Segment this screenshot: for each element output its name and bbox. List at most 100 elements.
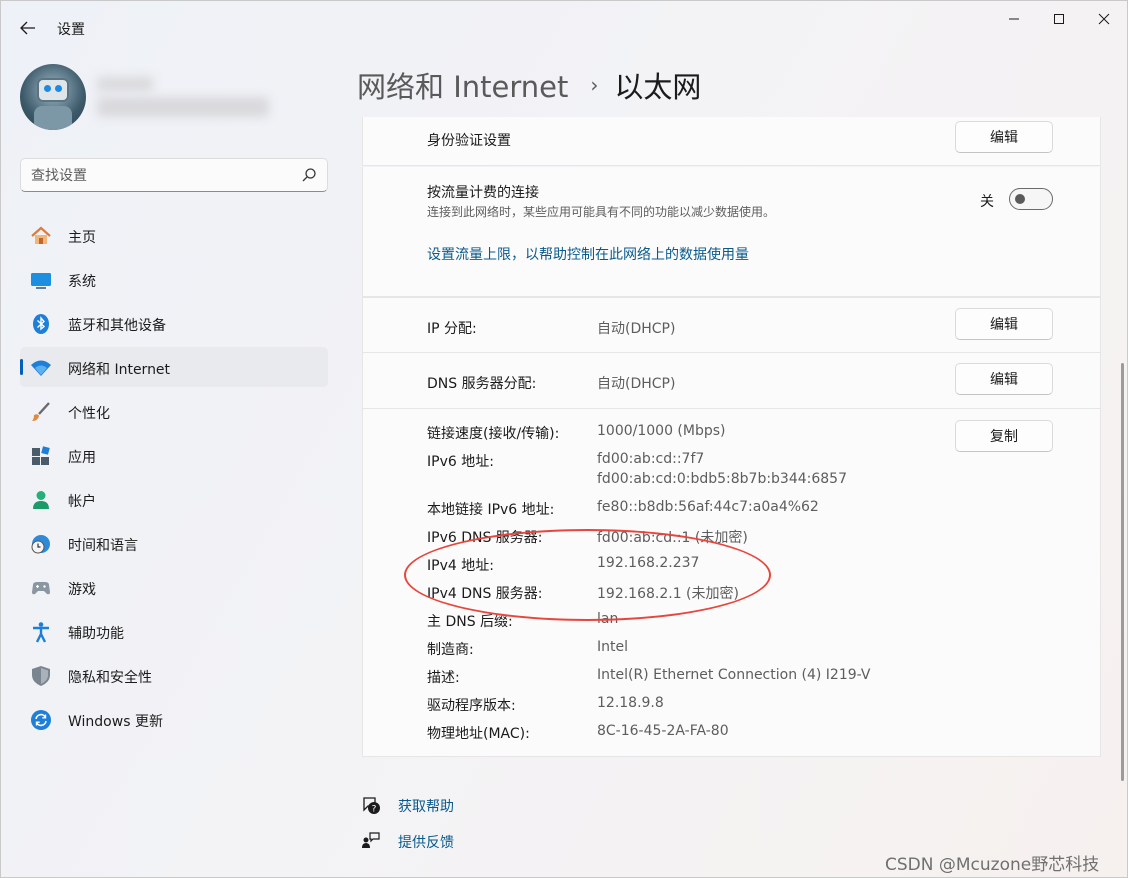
prop-label: 本地链接 IPv6 地址: (427, 502, 555, 518)
prop-value: Intel(R) Ethernet Connection (4) I219-V (597, 667, 871, 683)
robot-eye (55, 85, 62, 92)
brush-icon (32, 402, 50, 421)
redacted-username (97, 77, 153, 91)
auth-settings-label: 身份验证设置 (427, 133, 511, 149)
dns-assignment-value: 自动(DHCP) (597, 376, 676, 392)
data-limit-link[interactable]: 设置流量上限，以帮助控制在此网络上的数据使用量 (427, 244, 749, 264)
ipv4-address-value: 192.168.2.237 (597, 555, 700, 571)
account-icon (33, 491, 49, 509)
breadcrumb: 网络和 Internet › 以太网 (357, 63, 701, 107)
title-bar: 设置 (1, 1, 1127, 53)
prop-value: fd00:ab:cd::7f7 (597, 451, 705, 467)
prop-label: 描述: (427, 670, 460, 686)
sidebar-item-accessibility[interactable]: 辅助功能 (20, 611, 328, 651)
prop-value: fe80::b8db:56af:44c7:a0a4%62 (597, 499, 819, 515)
maximize-icon (1054, 14, 1064, 24)
sidebar-nav: 主页 系统 蓝牙和其他设备 网络和 Internet 个性化 应用 帐户 时间和… (20, 215, 328, 743)
breadcrumb-separator: › (590, 73, 599, 97)
accessibility-icon (33, 622, 49, 643)
prop-value: Intel (597, 639, 628, 655)
prop-value: 1000/1000 (Mbps) (597, 423, 726, 439)
sidebar-item-network[interactable]: 网络和 Internet (20, 347, 328, 387)
ip-assignment-label: IP 分配: (427, 321, 477, 337)
prop-label: 驱动程序版本: (427, 698, 516, 714)
wifi-icon (31, 360, 51, 376)
avatar[interactable] (20, 64, 86, 130)
prop-label: 主 DNS 后缀: (427, 614, 513, 630)
auth-edit-button[interactable]: 编辑 (955, 121, 1053, 153)
feedback-icon (362, 832, 380, 848)
settings-window: 设置 主页 (0, 0, 1128, 878)
mac-address-value: 8C-16-45-2A-FA-80 (597, 723, 729, 739)
robot-body (34, 106, 72, 130)
search-icon[interactable] (301, 167, 317, 183)
system-icon (31, 273, 51, 289)
sidebar-item-accounts[interactable]: 帐户 (20, 479, 328, 519)
gamepad-icon (32, 582, 50, 595)
search-input[interactable] (31, 165, 291, 187)
app-title: 设置 (57, 22, 85, 38)
sidebar-item-bluetooth[interactable]: 蓝牙和其他设备 (20, 303, 328, 343)
ip-assignment-card: IP 分配: 自动(DHCP) 编辑 (362, 297, 1101, 353)
prop-value: lan (597, 611, 619, 627)
close-button[interactable] (1081, 7, 1127, 31)
dns-assignment-label: DNS 服务器分配: (427, 376, 537, 392)
apps-icon (32, 446, 50, 465)
mac-address-label: 物理地址(MAC): (427, 726, 530, 742)
prop-value: fd00:ab:cd:0:bdb5:8b7b:b344:6857 (597, 471, 847, 487)
copy-button[interactable]: 复制 (955, 420, 1053, 452)
metered-toggle[interactable] (1009, 188, 1053, 210)
bluetooth-icon (33, 314, 49, 334)
robot-face (37, 78, 69, 102)
properties-card: 复制 链接速度(接收/传输): 1000/1000 (Mbps) IPv6 地址… (362, 409, 1101, 757)
feedback-link[interactable]: 提供反馈 (361, 831, 454, 851)
home-icon (31, 226, 51, 244)
prop-label: IPv6 地址: (427, 454, 494, 470)
sidebar-item-gaming[interactable]: 游戏 (20, 567, 328, 607)
prop-label: 制造商: (427, 642, 474, 658)
back-button[interactable] (15, 15, 41, 41)
arrow-left-icon (20, 21, 35, 35)
dns-edit-button[interactable]: 编辑 (955, 363, 1053, 395)
minimize-icon (1009, 18, 1019, 20)
redacted-email (97, 97, 269, 117)
sidebar-item-personalization[interactable]: 个性化 (20, 391, 328, 431)
metered-toggle-state: 关 (980, 194, 994, 210)
ip-assignment-value: 自动(DHCP) (597, 321, 676, 337)
sidebar-item-privacy[interactable]: 隐私和安全性 (20, 655, 328, 695)
prop-value: fd00:ab:cd::1 (未加密) (597, 530, 748, 546)
close-icon (1098, 13, 1110, 25)
maximize-button[interactable] (1036, 7, 1082, 31)
sidebar-item-time-language[interactable]: 时间和语言 (20, 523, 328, 563)
search-box[interactable] (20, 158, 328, 192)
ipv4-dns-value: 192.168.2.1 (未加密) (597, 586, 739, 602)
sidebar-item-windows-update[interactable]: Windows 更新 (20, 699, 328, 739)
ipv4-address-label: IPv4 地址: (427, 558, 494, 574)
breadcrumb-parent[interactable]: 网络和 Internet (357, 64, 568, 106)
page-title: 以太网 (614, 70, 702, 104)
shield-icon (32, 666, 50, 686)
prop-value: 12.18.9.8 (597, 695, 664, 711)
dns-assignment-card: DNS 服务器分配: 自动(DHCP) 编辑 (362, 353, 1101, 409)
metered-description: 连接到此网络时，某些应用可能具有不同的功能以减少数据使用。 (427, 205, 776, 219)
globe-clock-icon (31, 535, 50, 554)
metered-label: 按流量计费的连接 (427, 185, 539, 201)
ip-edit-button[interactable]: 编辑 (955, 308, 1053, 340)
prop-label: 链接速度(接收/传输): (427, 426, 560, 442)
toggle-knob (1015, 194, 1025, 204)
svg-text:?: ? (372, 805, 377, 815)
prop-label: IPv6 DNS 服务器: (427, 530, 543, 546)
help-icon: ? (363, 797, 380, 815)
auth-settings-card: 身份验证设置 编辑 (362, 117, 1101, 166)
ipv4-dns-label: IPv4 DNS 服务器: (427, 586, 543, 602)
robot-eye (44, 85, 51, 92)
watermark: CSDN @Mcuzone野芯科技 (885, 855, 1100, 875)
metered-connection-card: 按流量计费的连接 连接到此网络时，某些应用可能具有不同的功能以减少数据使用。 关… (362, 167, 1101, 297)
sidebar-item-system[interactable]: 系统 (20, 259, 328, 299)
get-help-link[interactable]: ? 获取帮助 (361, 795, 454, 815)
scrollbar-thumb[interactable] (1121, 363, 1124, 781)
update-icon (31, 710, 51, 730)
sidebar-item-apps[interactable]: 应用 (20, 435, 328, 475)
minimize-button[interactable] (991, 7, 1037, 31)
sidebar-item-home[interactable]: 主页 (20, 215, 328, 255)
